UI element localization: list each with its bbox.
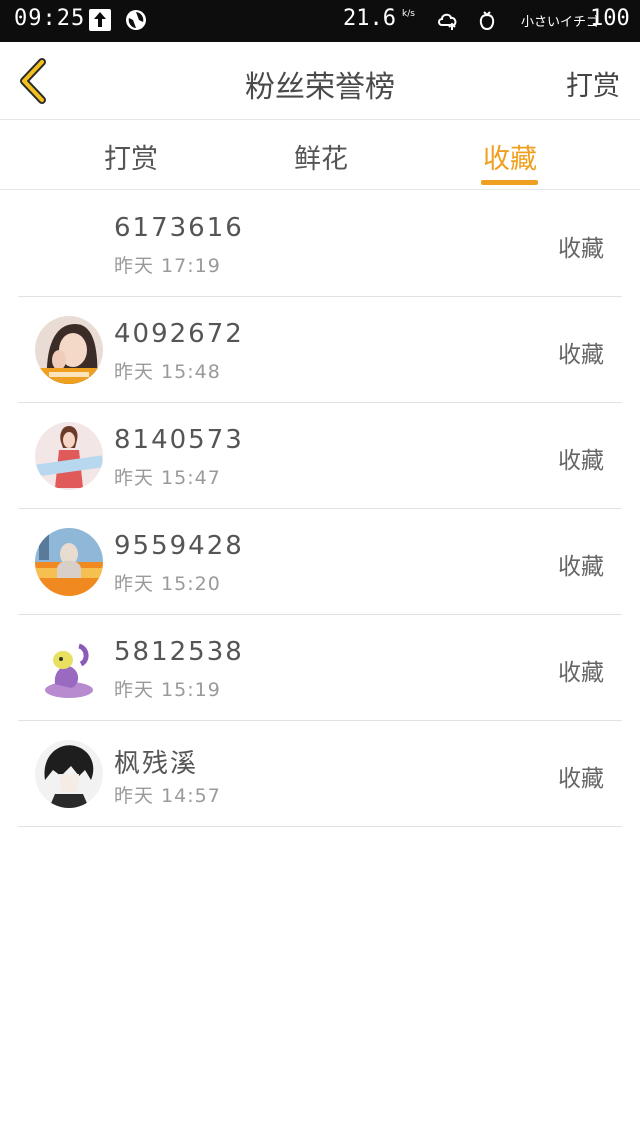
list-item[interactable]: 9559428 昨天 15:20 收藏 (18, 509, 622, 615)
page-title: 粉丝荣誉榜 (245, 70, 395, 105)
status-time: 09:25 (14, 6, 86, 31)
list-item[interactable]: 枫残溪 昨天 14:57 收藏 (18, 721, 622, 827)
list-item[interactable]: 4092672 昨天 15:48 收藏 (18, 297, 622, 403)
tab-active-indicator (481, 180, 538, 185)
network-speed-unit: k/s (402, 9, 415, 19)
app-header: 粉丝荣誉榜 打赏 (0, 42, 640, 120)
fan-list: 6173616 昨天 17:19 收藏 4092672 昨天 15:48 收藏 (0, 191, 640, 827)
tab-reward[interactable]: 打赏 (104, 137, 158, 176)
fan-name: 枫残溪 (114, 749, 199, 779)
upload-icon (89, 9, 111, 31)
strawberry-icon (478, 8, 496, 32)
network-speed: 21.6 (343, 6, 396, 31)
fan-name: 5812538 (114, 637, 244, 667)
fan-action: 收藏 (558, 766, 604, 792)
fan-name: 6173616 (114, 213, 244, 243)
sync-icon (124, 8, 148, 32)
battery-level: 100 (590, 6, 630, 31)
reward-link[interactable]: 打赏 (566, 64, 620, 103)
fan-name: 8140573 (114, 425, 244, 455)
fan-time: 昨天 15:48 (114, 361, 221, 383)
avatar (35, 422, 103, 490)
fan-name: 4092672 (114, 319, 244, 349)
fan-time: 昨天 14:57 (114, 785, 221, 807)
list-item[interactable]: 6173616 昨天 17:19 收藏 (18, 191, 622, 297)
tab-bar: 打赏 鲜花 收藏 (0, 121, 640, 190)
status-bar: 09:25 21.6 k/s 小さいイチゴ 100 (0, 0, 640, 42)
avatar (35, 316, 103, 384)
fan-action: 收藏 (558, 660, 604, 686)
avatar (35, 740, 103, 808)
tab-flowers[interactable]: 鲜花 (294, 137, 348, 176)
carrier-name: 小さいイチゴ (521, 15, 600, 30)
fan-time: 昨天 15:19 (114, 679, 221, 701)
fan-action: 收藏 (558, 448, 604, 474)
fan-action: 收藏 (558, 342, 604, 368)
list-item[interactable]: 8140573 昨天 15:47 收藏 (18, 403, 622, 509)
fan-time: 昨天 15:47 (114, 467, 221, 489)
fan-action: 收藏 (558, 554, 604, 580)
fan-time: 昨天 17:19 (114, 255, 221, 277)
avatar (35, 528, 103, 596)
fan-time: 昨天 15:20 (114, 573, 221, 595)
fan-name: 9559428 (114, 531, 244, 561)
avatar (35, 634, 103, 702)
tab-favorites[interactable]: 收藏 (482, 137, 538, 176)
list-item[interactable]: 5812538 昨天 15:19 收藏 (18, 615, 622, 721)
cloud-upload-icon (436, 8, 460, 32)
fan-action: 收藏 (558, 236, 604, 262)
